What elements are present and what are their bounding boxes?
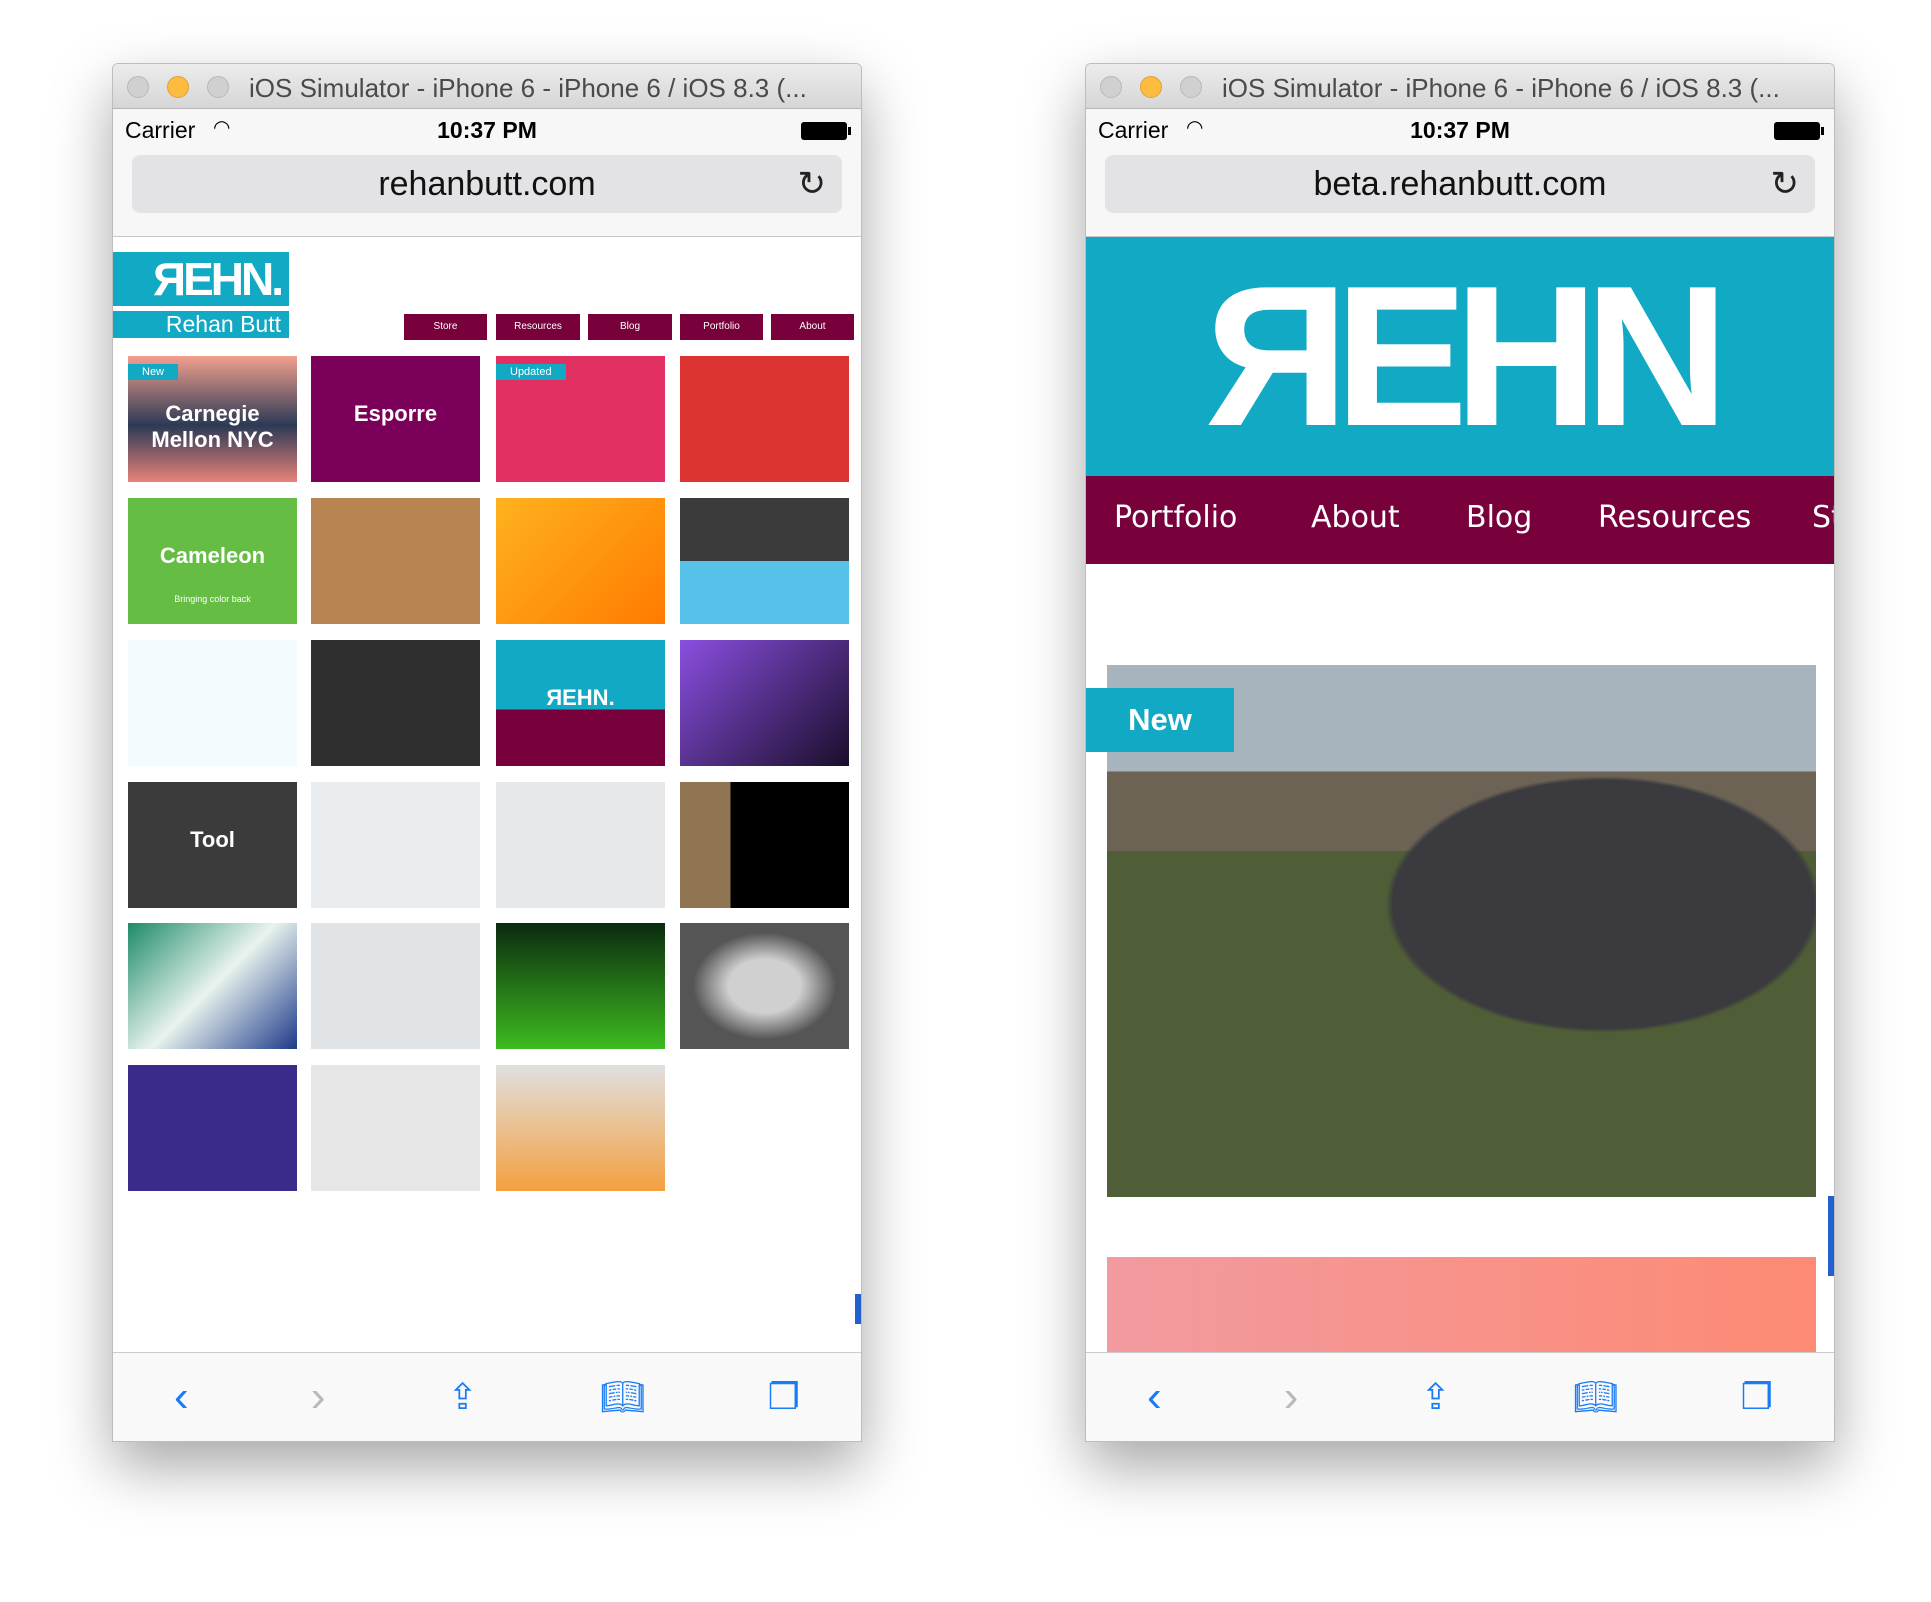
portfolio-tile[interactable] xyxy=(311,782,480,908)
portfolio-tile[interactable]: Updated xyxy=(496,356,665,482)
nav-store[interactable]: St xyxy=(1812,500,1834,535)
web-page: ЯEHN Portfolio About Blog Resources St N… xyxy=(1086,237,1834,1352)
portfolio-tile[interactable] xyxy=(680,356,849,482)
portfolio-tile[interactable]: Carnegie Mellon NYC New xyxy=(128,356,297,482)
portfolio-tile[interactable] xyxy=(311,498,480,624)
tile-badge: Updated xyxy=(496,364,566,380)
portfolio-tile[interactable] xyxy=(680,782,849,908)
portfolio-tile[interactable] xyxy=(680,640,849,766)
minimize-button[interactable] xyxy=(167,76,189,98)
portfolio-tile[interactable] xyxy=(680,498,849,624)
tile-subtitle: Bringing color back xyxy=(174,594,251,604)
battery-icon xyxy=(1774,122,1824,140)
clock: 10:37 PM xyxy=(437,117,537,143)
safari-toolbar: ‹ › ⇪ 📖︎ ❐ xyxy=(113,1352,861,1441)
portfolio-tile[interactable]: ЯEHN. xyxy=(496,640,665,766)
web-page: ЯEHN. Rehan Butt Store Resources Blog Po… xyxy=(113,237,861,1352)
nav-blog[interactable]: Blog xyxy=(1466,500,1532,535)
simulator-window-old: iOS Simulator - iPhone 6 - iPhone 6 / iO… xyxy=(112,63,862,1442)
portfolio-tile[interactable] xyxy=(311,640,480,766)
simulator-window-beta: iOS Simulator - iPhone 6 - iPhone 6 / iO… xyxy=(1085,63,1835,1442)
nav-about[interactable]: About xyxy=(1311,500,1400,535)
nav-portfolio[interactable]: Portfolio xyxy=(1114,500,1237,535)
back-icon[interactable]: ‹ xyxy=(1147,1372,1162,1422)
nav-store[interactable]: Store xyxy=(404,314,487,340)
bookmarks-icon[interactable]: 📖︎ xyxy=(1573,1376,1619,1418)
portfolio-tile[interactable] xyxy=(680,923,849,1049)
main-nav: Portfolio About Blog Resources St xyxy=(1086,476,1834,564)
portfolio-tile[interactable] xyxy=(496,498,665,624)
portfolio-tile[interactable]: Esporre xyxy=(311,356,480,482)
address-bar[interactable]: beta.rehanbutt.com ↻ xyxy=(1105,155,1815,213)
nav-about[interactable]: About xyxy=(771,314,854,340)
forward-icon[interactable]: › xyxy=(311,1372,326,1422)
forward-icon[interactable]: › xyxy=(1284,1372,1299,1422)
tile-title: Tool xyxy=(190,827,235,852)
portfolio-tile[interactable] xyxy=(128,640,297,766)
tabs-icon[interactable]: ❐ xyxy=(1741,1376,1773,1418)
minimize-button[interactable] xyxy=(1140,76,1162,98)
share-icon[interactable]: ⇪ xyxy=(1421,1376,1451,1418)
nav-portfolio[interactable]: Portfolio xyxy=(680,314,763,340)
window-title: iOS Simulator - iPhone 6 - iPhone 6 / iO… xyxy=(249,73,807,103)
tile-badge: New xyxy=(128,364,179,380)
close-button[interactable] xyxy=(127,76,149,98)
portfolio-tile[interactable] xyxy=(128,923,297,1049)
tile-title: Esporre xyxy=(353,401,438,426)
portfolio-tile[interactable] xyxy=(496,923,665,1049)
window-title: iOS Simulator - iPhone 6 - iPhone 6 / iO… xyxy=(1222,73,1780,103)
portfolio-tile[interactable]: Cameleon Bringing color back xyxy=(128,498,297,624)
portfolio-tile[interactable] xyxy=(128,1065,297,1191)
tile-title: ЯEHN. xyxy=(546,685,615,710)
title-bar: iOS Simulator - iPhone 6 - iPhone 6 / iO… xyxy=(113,64,861,109)
new-badge: New xyxy=(1086,688,1234,752)
clock: 10:37 PM xyxy=(1410,117,1510,143)
portfolio-tile[interactable] xyxy=(496,782,665,908)
portfolio-tile[interactable]: Tool xyxy=(128,782,297,908)
address-bar[interactable]: rehanbutt.com ↻ xyxy=(132,155,842,213)
logo-mark: ЯEHN. xyxy=(113,252,289,306)
site-logo[interactable]: ЯEHN. Rehan Butt xyxy=(113,252,289,338)
tile-title: Carnegie Mellon NYC xyxy=(151,401,274,452)
url-text: rehanbutt.com xyxy=(378,165,596,203)
zoom-button[interactable] xyxy=(1180,76,1202,98)
nav-resources[interactable]: Resources xyxy=(1598,500,1751,535)
back-icon[interactable]: ‹ xyxy=(174,1372,189,1422)
tabs-icon[interactable]: ❐ xyxy=(768,1376,800,1418)
site-logo[interactable]: ЯEHN xyxy=(1086,237,1834,476)
portfolio-tile[interactable] xyxy=(496,1065,665,1191)
status-bar: Carrier ◠ 10:37 PM xyxy=(1086,109,1834,149)
portfolio-tile[interactable] xyxy=(311,1065,480,1191)
scrollbar[interactable] xyxy=(855,1294,861,1324)
title-bar: iOS Simulator - iPhone 6 - iPhone 6 / iO… xyxy=(1086,64,1834,109)
nav-blog[interactable]: Blog xyxy=(588,314,672,340)
zoom-button[interactable] xyxy=(207,76,229,98)
status-bar: Carrier ◠ 10:37 PM xyxy=(113,109,861,149)
bookmarks-icon[interactable]: 📖︎ xyxy=(600,1376,646,1418)
reload-icon[interactable]: ↻ xyxy=(1771,155,1800,213)
url-text: beta.rehanbutt.com xyxy=(1313,165,1607,203)
nav-resources[interactable]: Resources xyxy=(496,314,580,340)
close-button[interactable] xyxy=(1100,76,1122,98)
share-icon[interactable]: ⇪ xyxy=(448,1376,478,1418)
battery-icon xyxy=(801,122,851,140)
safari-toolbar: ‹ › ⇪ 📖︎ ❐ xyxy=(1086,1352,1834,1441)
project-image[interactable] xyxy=(1107,1257,1816,1352)
tile-title: Cameleon xyxy=(159,543,266,568)
portfolio-tile[interactable] xyxy=(311,923,480,1049)
reload-icon[interactable]: ↻ xyxy=(798,155,827,213)
scrollbar[interactable] xyxy=(1828,1196,1834,1276)
logo-name: Rehan Butt xyxy=(113,311,289,338)
